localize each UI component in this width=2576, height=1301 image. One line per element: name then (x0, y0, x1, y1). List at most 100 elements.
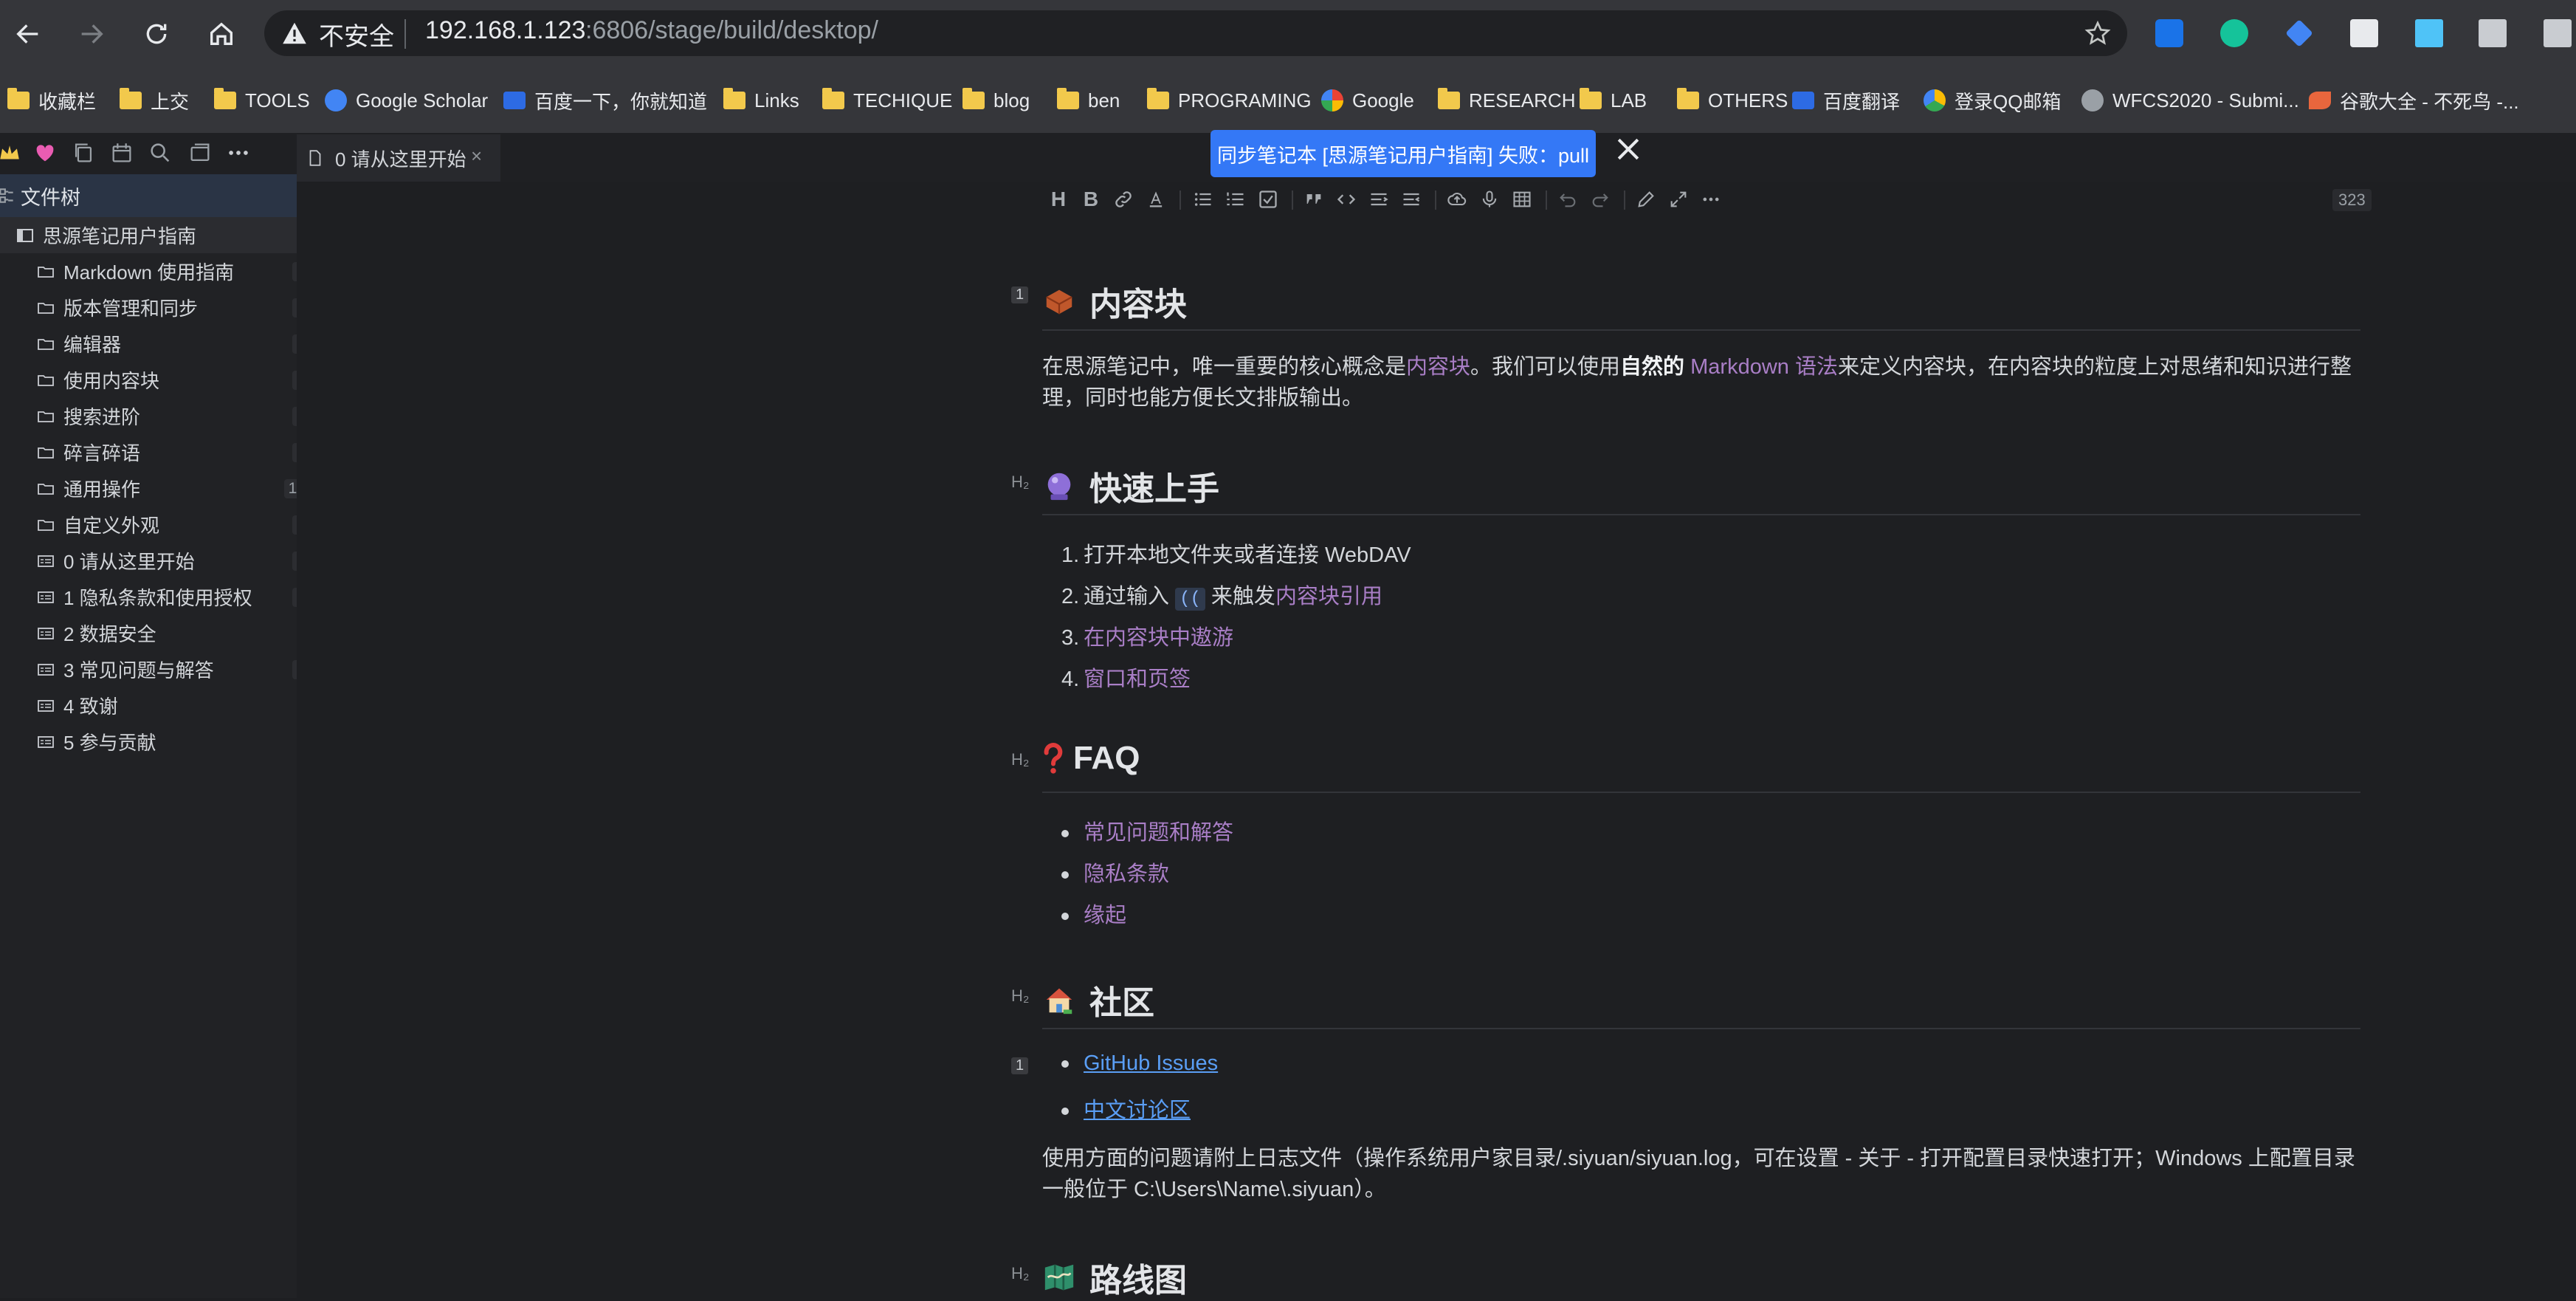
block-ref[interactable]: 窗口和页签 (1084, 667, 1191, 691)
tree-folder-item[interactable]: 版本管理和同步3 (0, 289, 332, 326)
code-button[interactable] (1335, 188, 1358, 211)
bullet-list-button[interactable] (1191, 188, 1215, 211)
bookmark-star-icon[interactable] (2083, 19, 2112, 49)
bookmark-item[interactable]: OTHERS (1677, 68, 1788, 133)
list-item[interactable]: 缘起 (1061, 898, 1126, 929)
bookmark-item[interactable]: TECHIQUE (822, 68, 952, 133)
bookmark-item[interactable]: Google (1321, 68, 1414, 133)
table-button[interactable] (1510, 188, 1534, 211)
tree-doc-item[interactable]: 4 致谢 (0, 687, 332, 724)
tree-doc-item[interactable]: 1 隐私条款和使用授权1 (0, 579, 332, 615)
window-icon[interactable] (187, 140, 213, 165)
bookmark-item[interactable]: 登录QQ邮箱 (1924, 68, 2061, 133)
list-item[interactable]: 1. 打开本地文件夹或者连接 WebDAV (1061, 538, 1411, 569)
notification-close-icon[interactable] (1612, 133, 1645, 165)
upload-button[interactable] (1445, 188, 1469, 211)
heading-faq[interactable]: FAQ (1042, 740, 1140, 777)
more-icon[interactable] (226, 140, 251, 165)
record-button[interactable] (1478, 188, 1501, 211)
forum-link[interactable]: 中文讨论区 (1084, 1099, 1191, 1122)
bookmark-item[interactable]: 收藏栏 (7, 68, 96, 133)
crown-icon[interactable] (0, 140, 22, 165)
list-item[interactable]: 中文讨论区 (1061, 1093, 1191, 1124)
extension-diamond-icon[interactable] (2285, 19, 2313, 47)
bookmark-item[interactable]: PROGRAMING (1147, 68, 1312, 133)
extension-folder-icon[interactable] (2415, 19, 2443, 47)
block-ref[interactable]: Markdown 语法 (1684, 355, 1838, 379)
outdent-button[interactable] (1399, 188, 1423, 211)
bookmark-item[interactable]: 百度一下，你就知道 (503, 68, 707, 133)
reload-button[interactable] (136, 13, 177, 55)
bookmark-item[interactable]: Links (723, 68, 799, 133)
home-button[interactable] (201, 13, 242, 55)
bookmark-item[interactable]: 百度翻译 (1792, 68, 1900, 133)
forward-button[interactable] (71, 13, 112, 55)
list-item[interactable]: 4. 窗口和页签 (1061, 662, 1191, 693)
block-ref[interactable]: 在内容块中遨游 (1084, 626, 1233, 650)
undo-button[interactable] (1556, 188, 1580, 211)
bookmark-item[interactable]: blog (962, 68, 1030, 133)
list-item[interactable]: 2. 通过输入 (( 来触发内容块引用 (1061, 579, 1382, 611)
block-ref[interactable]: 内容块引用 (1275, 585, 1382, 608)
font-color-button[interactable] (1144, 188, 1168, 211)
heading-quick-start[interactable]: 快速上手 (1042, 462, 1219, 509)
file-tree-header[interactable]: 文件树 (0, 174, 297, 217)
tree-folder-item[interactable]: 使用内容块6 (0, 362, 332, 398)
tree-doc-item[interactable]: 0 请从这里开始2 (0, 543, 332, 579)
quote-button[interactable] (1302, 188, 1326, 211)
search-icon[interactable] (148, 140, 173, 165)
block-gutter[interactable]: H₂ (1011, 750, 1029, 769)
fullscreen-button[interactable] (1667, 188, 1690, 211)
block-gutter[interactable]: H₂ (1011, 1264, 1029, 1283)
block-ref[interactable]: 缘起 (1084, 904, 1126, 927)
heading-content-block[interactable]: 内容块 (1042, 278, 1187, 325)
bookmark-item[interactable]: LAB (1580, 68, 1647, 133)
redo-button[interactable] (1588, 188, 1612, 211)
copy-icon[interactable] (71, 140, 96, 165)
block-gutter[interactable]: H₂ (1011, 473, 1029, 492)
url-host[interactable]: 192.168.1.123 (425, 16, 585, 45)
github-issues-link[interactable]: GitHub Issues (1084, 1051, 1218, 1075)
block-ref[interactable]: 常见问题和解答 (1084, 821, 1233, 845)
heading-button[interactable]: H (1047, 188, 1070, 211)
checklist-button[interactable] (1256, 188, 1280, 211)
tab-close-button[interactable]: × (471, 145, 482, 168)
tree-doc-item[interactable]: 5 参与贡献 (0, 724, 332, 760)
extension-page-icon[interactable] (2544, 19, 2572, 47)
grammarly-icon[interactable] (2220, 19, 2248, 47)
tree-doc-item[interactable]: 3 常见问题与解答1 (0, 651, 332, 687)
bookmark-item[interactable]: RESEARCH (1438, 68, 1575, 133)
bold-button[interactable]: B (1079, 188, 1103, 211)
block-gutter[interactable]: H₂ (1011, 986, 1029, 1006)
edit-mode-button[interactable] (1634, 188, 1658, 211)
heading-roadmap[interactable]: 路线图 (1042, 1254, 1187, 1301)
bookmark-item[interactable]: ben (1057, 68, 1120, 133)
extension-crop-icon[interactable] (2155, 19, 2183, 47)
url-path[interactable]: :6806/stage/build/desktop/ (585, 16, 878, 45)
heading-community[interactable]: 社区 (1042, 976, 1154, 1023)
insecure-label[interactable]: 不安全 (319, 16, 394, 52)
bookmark-item[interactable]: 谷歌大全 - 不死鸟 -... (2309, 68, 2519, 133)
block-gutter[interactable]: 1 (1011, 1057, 1029, 1074)
bookmark-item[interactable]: WFCS2020 - Submi... (2081, 68, 2299, 133)
bookmark-item[interactable]: Google Scholar (325, 68, 488, 133)
indent-button[interactable] (1367, 188, 1391, 211)
tree-doc-item[interactable]: 2 数据安全 (0, 615, 332, 651)
tree-folder-item[interactable]: 编辑器3 (0, 326, 332, 362)
list-item[interactable]: GitHub Issues (1061, 1051, 1218, 1076)
ordered-list-button[interactable] (1224, 188, 1247, 211)
tab-start-here[interactable]: 0 请从这里开始 × (297, 134, 500, 182)
more-options-button[interactable] (1699, 188, 1723, 211)
block-ref[interactable]: 隐私条款 (1084, 862, 1169, 886)
heart-icon[interactable] (32, 140, 58, 165)
block-gutter[interactable]: 1 (1011, 286, 1029, 303)
extension-doc-icon[interactable] (2479, 19, 2507, 47)
back-button[interactable] (7, 13, 49, 55)
notebook-item[interactable]: 思源笔记用户指南 (0, 217, 311, 253)
calendar-icon[interactable] (109, 140, 134, 165)
block-ref[interactable]: 内容块 (1406, 355, 1470, 379)
list-item[interactable]: 隐私条款 (1061, 857, 1169, 888)
link-button[interactable] (1112, 188, 1135, 211)
bookmark-item[interactable]: 上交 (120, 68, 189, 133)
extension-puzzle-icon[interactable] (2350, 19, 2378, 47)
